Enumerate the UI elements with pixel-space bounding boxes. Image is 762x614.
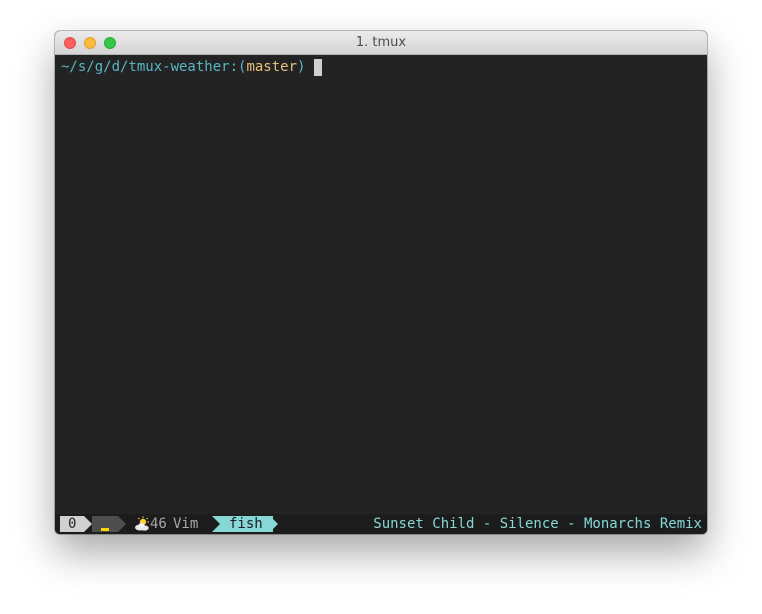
terminal-pane[interactable]: ~/s/g/d/tmux-weather:(master) 0 46 Vim f…	[55, 55, 707, 534]
terminal-cursor	[314, 59, 323, 76]
session-separator-arrow	[84, 516, 92, 532]
session-index: 0	[60, 516, 85, 532]
prefix-cursor-icon	[101, 528, 109, 531]
prefix-separator-arrow	[118, 516, 126, 532]
active-window-right-separator	[270, 516, 278, 532]
now-playing-track: Sunset Child - Silence - Monarchs Remix	[373, 516, 702, 532]
tmux-status-bar: 0 46 Vim fish Sunset Child - Silence - M…	[55, 514, 707, 534]
shell-prompt: ~/s/g/d/tmux-weather:(master)	[61, 59, 323, 76]
title-bar[interactable]: 1. tmux	[55, 31, 707, 55]
prompt-path: ~/s/g/d/tmux-weather:	[61, 59, 239, 75]
window-tab-fish-active[interactable]: fish	[212, 516, 273, 532]
prompt-git-branch: master	[246, 59, 298, 75]
terminal-window: 1. tmux ~/s/g/d/tmux-weather:(master) 0	[55, 31, 707, 534]
window-tab-vim[interactable]: Vim	[173, 514, 198, 534]
prompt-close-paren: )	[297, 59, 306, 75]
window-title: 1. tmux	[355, 35, 407, 50]
partly-cloudy-icon	[135, 516, 149, 531]
weather-temperature: 46	[150, 516, 167, 532]
active-window-left-separator	[212, 516, 220, 532]
